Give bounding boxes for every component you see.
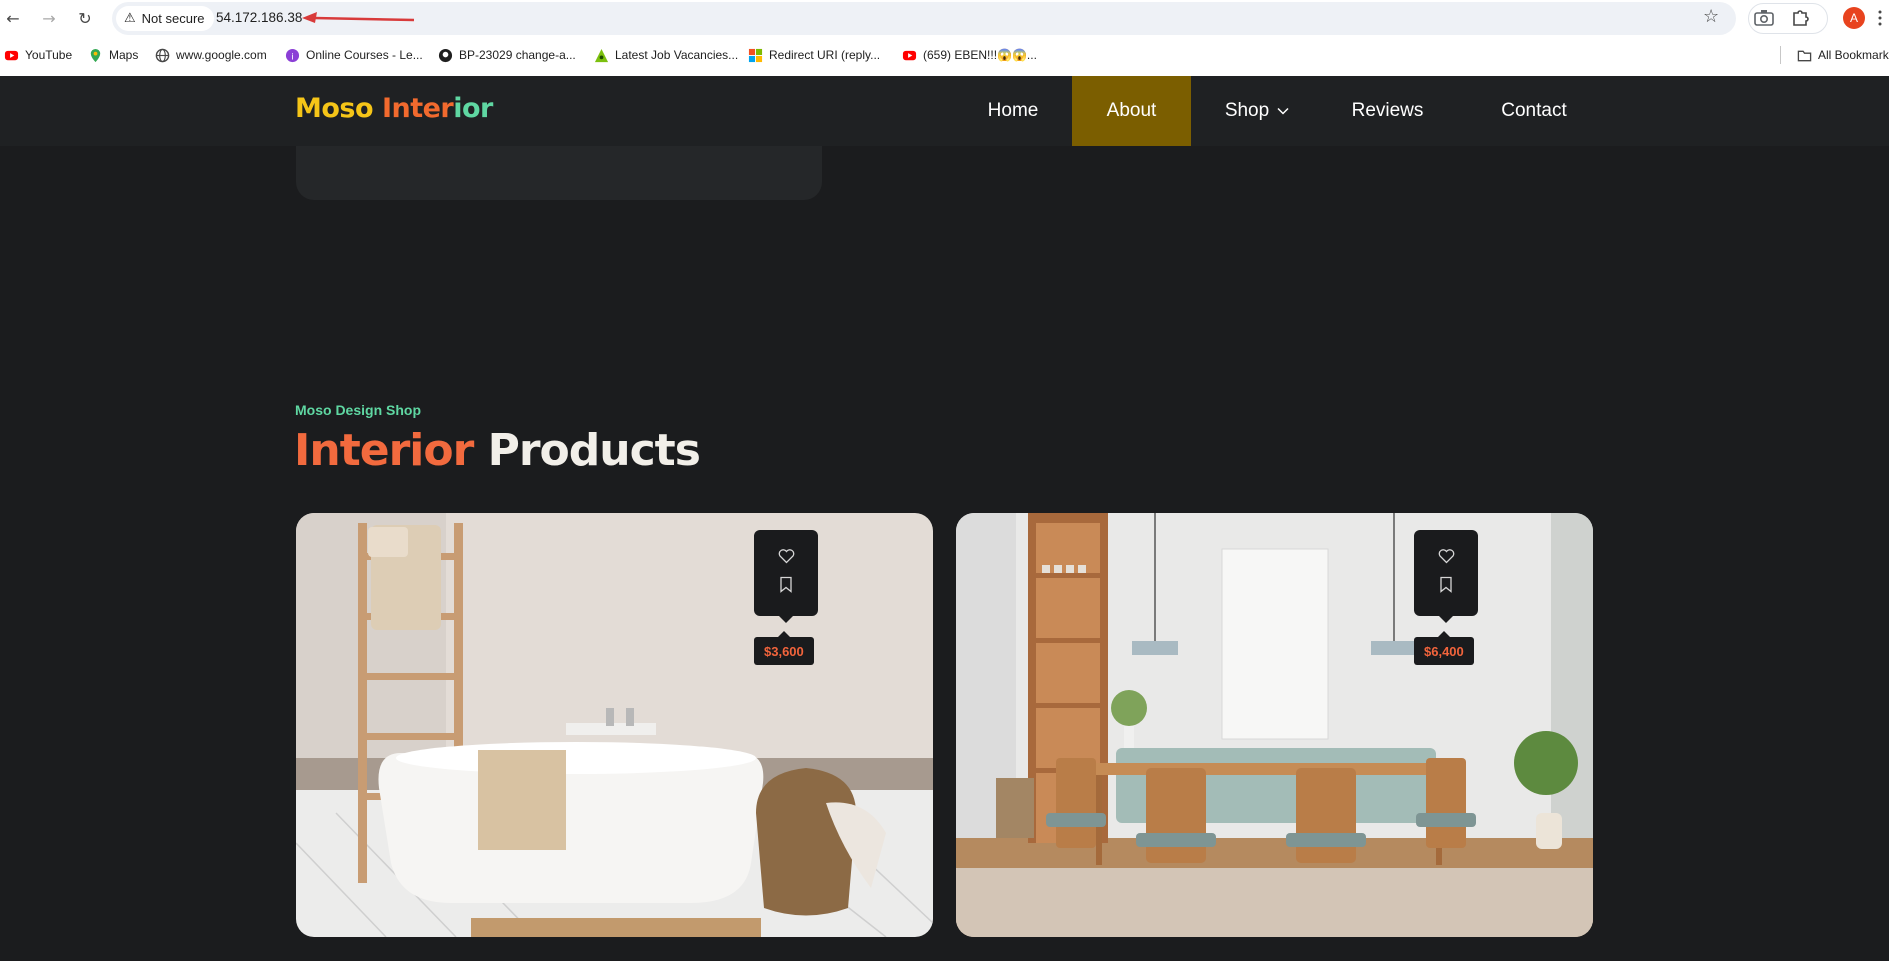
folder-icon	[1797, 50, 1812, 61]
profile-avatar[interactable]: A	[1843, 7, 1865, 29]
back-arrow-icon[interactable]: ←	[2, 7, 24, 29]
security-label: Not secure	[141, 11, 205, 26]
heart-icon[interactable]	[776, 546, 796, 566]
product-card[interactable]: $3,600	[296, 513, 933, 937]
courses-icon: i	[285, 48, 300, 62]
price-tag: $3,600	[754, 631, 814, 665]
bookmark-online-courses[interactable]: i Online Courses - Le...	[285, 45, 423, 65]
red-arrow-annotation-icon	[302, 12, 415, 23]
site-header: Moso Interior Home About Shop Reviews Co…	[0, 76, 1889, 146]
jobs-icon	[594, 48, 609, 62]
microsoft-icon	[748, 48, 763, 62]
youtube-icon	[902, 50, 917, 60]
reload-icon[interactable]: ↻	[74, 7, 96, 29]
bookmarks-divider	[1780, 46, 1781, 64]
website-viewport: Moso Interior Home About Shop Reviews Co…	[0, 76, 1889, 961]
section-eyebrow: Moso Design Shop	[295, 402, 421, 418]
product-actions	[1414, 530, 1478, 623]
bookmark-youtube[interactable]: YouTube	[4, 45, 72, 65]
all-bookmarks[interactable]: All Bookmarks	[1797, 45, 1889, 65]
nav-home[interactable]: Home	[974, 76, 1052, 146]
product-card[interactable]: $6,400	[956, 513, 1593, 937]
url-text[interactable]: 54.172.186.38	[216, 10, 302, 25]
screenshot-camera-icon[interactable]	[1753, 8, 1775, 28]
bookmark-icon[interactable]	[1436, 574, 1456, 594]
globe-icon	[155, 48, 170, 62]
bookmark-eben-video[interactable]: (659) EBEN!!!😱😱...	[902, 45, 1037, 65]
heart-icon[interactable]	[1436, 546, 1456, 566]
forward-arrow-icon[interactable]: →	[38, 7, 60, 29]
bookmark-job-vacancies[interactable]: Latest Job Vacancies...	[594, 45, 738, 65]
dining-room-photo	[956, 513, 1593, 937]
nav-about[interactable]: About	[1072, 76, 1191, 146]
price-tag: $6,400	[1414, 631, 1474, 665]
nav-shop[interactable]: Shop	[1211, 76, 1303, 146]
bookmark-google[interactable]: www.google.com	[155, 45, 267, 65]
chevron-down-icon	[1277, 107, 1289, 115]
bookmark-star-icon[interactable]: ☆	[1703, 6, 1719, 27]
nav-reviews[interactable]: Reviews	[1339, 76, 1436, 146]
site-logo[interactable]: Moso Interior	[295, 93, 493, 124]
bookmark-redirect-uri[interactable]: Redirect URI (reply...	[748, 45, 880, 65]
bookmark-maps[interactable]: Maps	[88, 45, 138, 65]
bookmark-github[interactable]: BP-23029 change-a...	[438, 45, 576, 65]
bookmarks-bar: YouTube Maps www.google.com i Online Cou…	[0, 37, 1889, 76]
section-title: Interior Products	[294, 425, 701, 476]
bathroom-tub-photo	[296, 513, 933, 937]
youtube-icon	[4, 50, 19, 60]
browser-toolbar: ← → ↻ ⚠ Not secure 54.172.186.38 ☆ A	[0, 0, 1889, 37]
bookmark-icon[interactable]	[776, 574, 796, 594]
browser-menu-icon[interactable]	[1876, 10, 1884, 26]
extensions-puzzle-icon[interactable]	[1790, 7, 1812, 29]
github-icon	[438, 48, 453, 62]
security-chip[interactable]: ⚠ Not secure	[116, 6, 214, 31]
product-actions	[754, 530, 818, 623]
nav-contact[interactable]: Contact	[1480, 76, 1588, 146]
warning-icon: ⚠	[124, 11, 136, 26]
maps-icon	[90, 48, 101, 62]
svg-text:i: i	[291, 51, 293, 61]
